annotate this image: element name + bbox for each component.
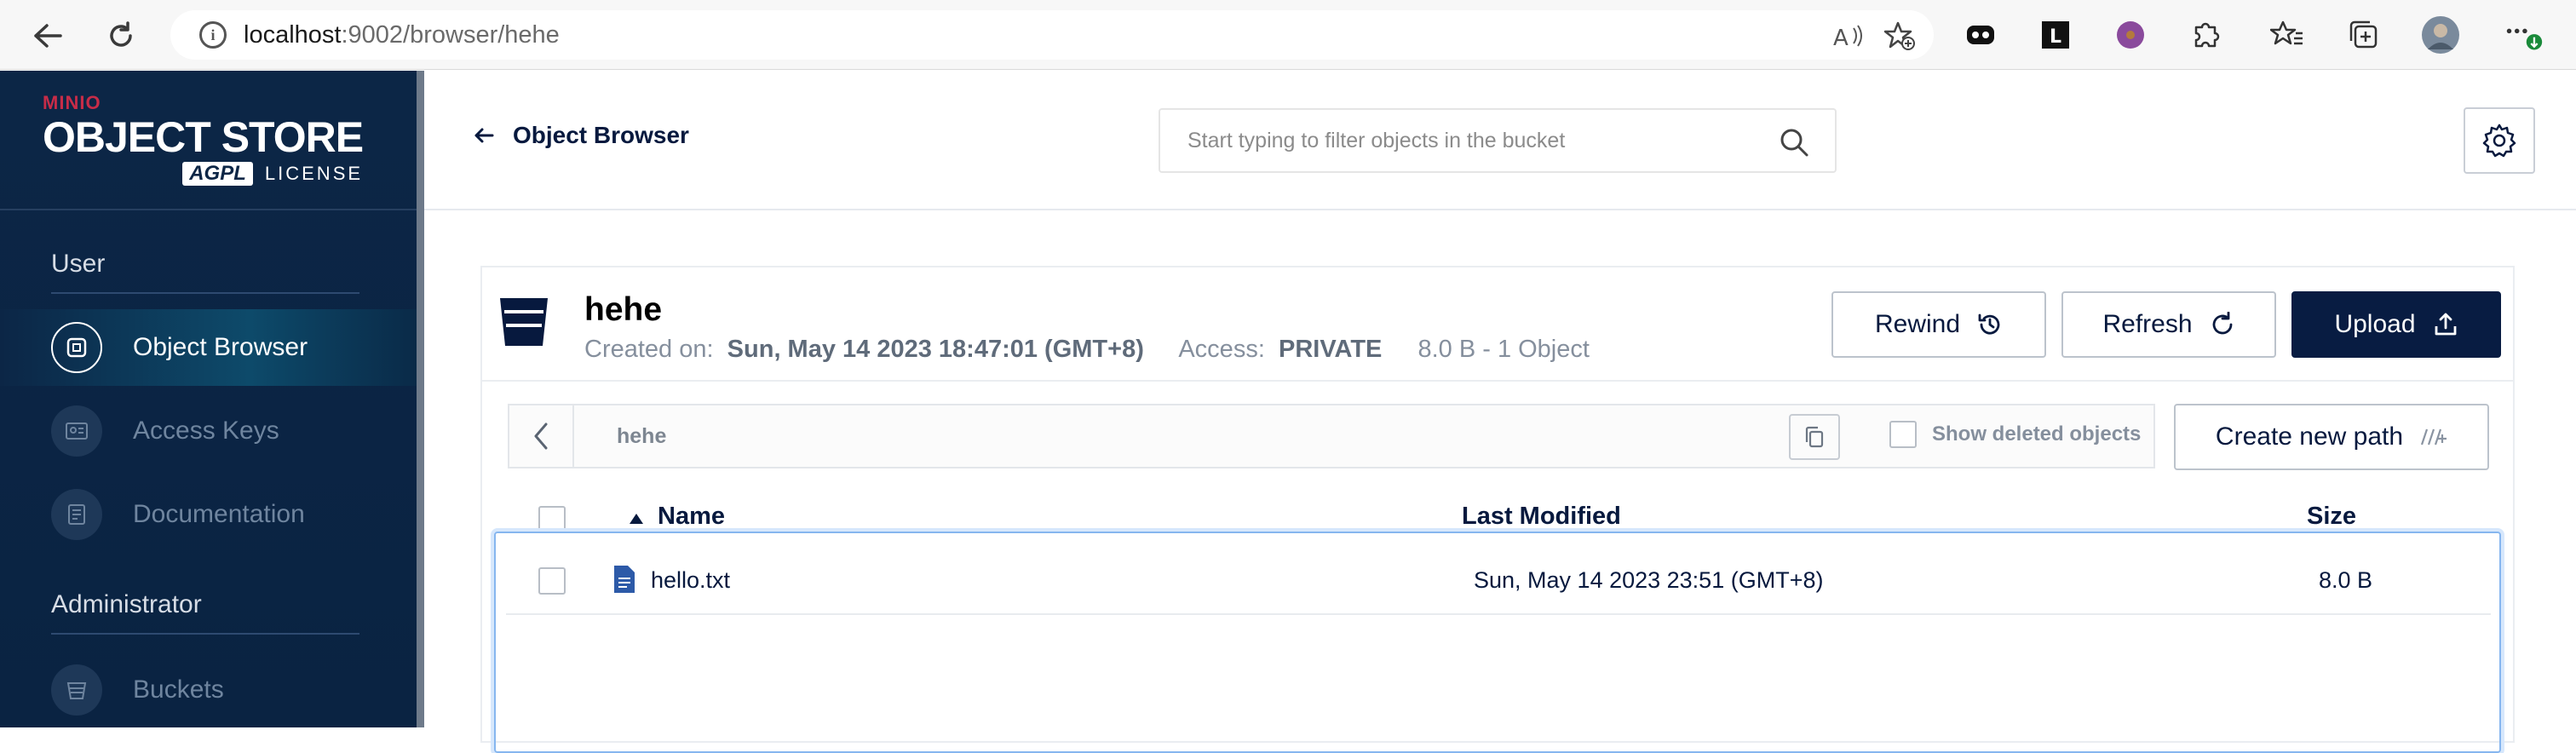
sidebar-item-label: Buckets — [133, 675, 224, 704]
path-bar: hehe Show deleted objects — [508, 404, 2155, 468]
settings-button[interactable] — [2464, 107, 2535, 174]
created-value: Sun, May 14 2023 18:47:01 (GMT+8) — [727, 336, 1144, 363]
sort-ascending-icon[interactable] — [629, 513, 644, 529]
license-text: LICENSE — [264, 163, 364, 184]
svg-text:A: A — [1833, 26, 1849, 49]
sidebar-item-access-keys[interactable]: Access Keys — [0, 393, 417, 469]
new-path-icon — [2421, 428, 2447, 445]
bucket-icon — [497, 293, 550, 354]
upload-label: Upload — [2334, 310, 2416, 338]
access-label: Access: — [1178, 336, 1265, 363]
section-title-user: User — [51, 250, 106, 278]
agpl-badge: AGPL — [182, 162, 253, 186]
copy-path-button[interactable] — [1789, 414, 1840, 460]
access-keys-icon — [51, 405, 102, 457]
search-icon[interactable] — [1779, 127, 1809, 164]
back-arrow-icon[interactable] — [29, 17, 66, 55]
column-header-last-modified[interactable]: Last Modified — [1462, 503, 1621, 531]
brand-text: MINIO — [43, 92, 101, 113]
back-link-label: Object Browser — [513, 122, 689, 148]
purple-circle-extension-icon[interactable] — [2111, 15, 2150, 55]
site-info-icon[interactable]: i — [199, 21, 227, 49]
breadcrumb[interactable]: hehe — [617, 424, 666, 449]
chevron-left-icon — [534, 422, 548, 450]
page-header: Object Browser Start typing to filter ob… — [424, 71, 2576, 210]
more-menu-icon[interactable] — [2504, 15, 2544, 55]
documentation-icon — [51, 489, 102, 540]
access-value: PRIVATE — [1279, 336, 1383, 363]
show-deleted-toggle[interactable]: Show deleted objects — [1889, 421, 2141, 448]
sidebar-edge — [417, 71, 424, 727]
svg-text:L: L — [2050, 26, 2061, 48]
profile-avatar-icon[interactable] — [2421, 15, 2460, 55]
show-deleted-checkbox[interactable] — [1889, 421, 1917, 448]
history-icon — [1978, 313, 2000, 335]
l-extension-icon[interactable]: L — [2036, 15, 2075, 55]
section-divider — [51, 633, 359, 635]
rewind-button[interactable]: Rewind — [1831, 291, 2046, 358]
collections-icon[interactable] — [2344, 15, 2383, 55]
bucket-meta: Created on: Sun, May 14 2023 18:47:01 (G… — [584, 336, 1590, 364]
path-back-button[interactable] — [509, 405, 574, 467]
buckets-icon — [51, 664, 102, 716]
object-list[interactable]: hello.txt Sun, May 14 2023 23:51 (GMT+8)… — [494, 532, 2501, 753]
url-text[interactable]: localhost:9002/browser/hehe — [244, 21, 560, 49]
object-size: 8.0 B — [2319, 567, 2373, 593]
sidebar: MINIO OBJECT STORE AGPL LICENSE User Obj… — [0, 71, 424, 727]
rewind-label: Rewind — [1874, 310, 1961, 338]
create-new-path-button[interactable]: Create new path — [2174, 404, 2489, 470]
puzzle-icon[interactable] — [2186, 15, 2225, 55]
favorites-list-icon[interactable] — [2268, 15, 2307, 55]
panel-divider — [482, 380, 2513, 382]
select-all-checkbox[interactable] — [538, 506, 566, 533]
arrow-left-icon — [474, 128, 494, 143]
create-path-label: Create new path — [2215, 422, 2404, 451]
row-checkbox[interactable] — [538, 567, 566, 595]
refresh-icon — [2212, 312, 2232, 335]
upload-icon — [2435, 313, 2456, 336]
bucket-panel: hehe Created on: Sun, May 14 2023 18:47:… — [480, 266, 2515, 753]
table-row[interactable]: hello.txt Sun, May 14 2023 23:51 (GMT+8)… — [506, 547, 2491, 615]
gear-icon — [2482, 124, 2516, 158]
sidebar-item-object-browser[interactable]: Object Browser — [0, 309, 417, 386]
sidebar-item-documentation[interactable]: Documentation — [0, 476, 417, 553]
upload-button[interactable]: Upload — [2291, 291, 2501, 358]
read-aloud-icon[interactable]: A — [1831, 20, 1866, 51]
sidebar-item-label: Access Keys — [133, 417, 279, 445]
minio-logo[interactable]: MINIO OBJECT STORE AGPL LICENSE — [43, 92, 364, 186]
copy-icon — [1805, 426, 1824, 448]
section-title-administrator: Administrator — [51, 590, 202, 618]
created-label: Created on: — [584, 336, 714, 363]
logo-divider — [0, 209, 417, 210]
object-name[interactable]: hello.txt — [651, 567, 730, 594]
browser-toolbar: i localhost:9002/browser/hehe A L — [0, 0, 2576, 70]
reload-icon[interactable] — [102, 17, 140, 55]
object-browser-icon — [51, 322, 102, 373]
column-header-size[interactable]: Size — [2307, 503, 2356, 531]
search-placeholder: Start typing to filter objects in the bu… — [1187, 128, 1566, 152]
filter-objects-input[interactable]: Start typing to filter objects in the bu… — [1159, 108, 1837, 173]
text-file-icon — [613, 565, 635, 598]
column-header-name[interactable]: Name — [658, 503, 725, 531]
sidebar-item-buckets[interactable]: Buckets — [0, 652, 417, 727]
bucket-title: hehe — [584, 291, 663, 328]
show-deleted-label: Show deleted objects — [1932, 422, 2142, 445]
refresh-button[interactable]: Refresh — [2061, 291, 2276, 358]
sidebar-item-label: Documentation — [133, 500, 305, 528]
copilot-icon[interactable] — [1961, 15, 2000, 55]
address-bar[interactable]: i localhost:9002/browser/hehe A — [170, 10, 1934, 60]
sidebar-item-label: Object Browser — [133, 333, 308, 361]
favorite-star-icon[interactable] — [1883, 20, 1917, 51]
refresh-label: Refresh — [2102, 310, 2193, 338]
product-text: OBJECT STORE — [43, 113, 364, 161]
section-divider — [51, 292, 359, 294]
object-last-modified: Sun, May 14 2023 23:51 (GMT+8) — [1474, 567, 1824, 593]
usage-text: 8.0 B - 1 Object — [1417, 336, 1590, 363]
back-to-object-browser-link[interactable]: Object Browser — [474, 122, 689, 149]
